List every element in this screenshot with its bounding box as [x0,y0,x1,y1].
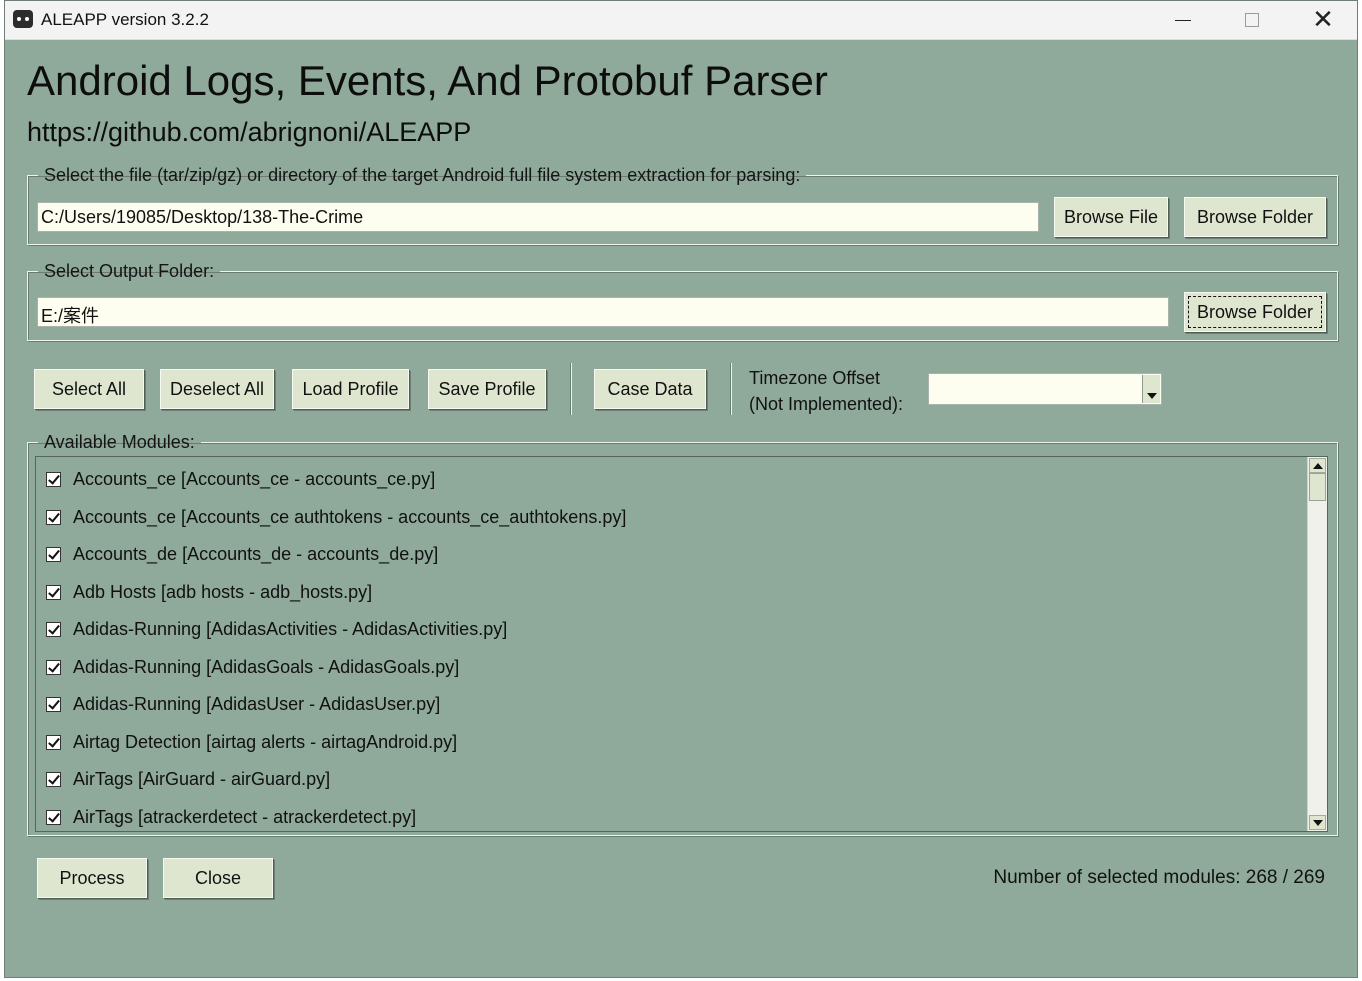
selected-modules-count: Number of selected modules: 268 / 269 [993,867,1325,888]
process-button[interactable]: Process [37,858,147,898]
dropdown-arrow-icon[interactable] [1142,375,1160,403]
module-item[interactable]: Adb Hosts [adb hosts - adb_hosts.py] [46,577,372,607]
module-item[interactable]: Adidas-Running [AdidasActivities - Adida… [46,614,507,644]
module-checkbox[interactable] [46,659,61,675]
app-icon [13,10,33,28]
module-label: AirTags [atrackerdetect - atrackerdetect… [73,806,417,827]
input-path-field[interactable]: C:/Users/19085/Desktop/138-The-Crime [37,202,1039,232]
close-window-button[interactable]: ✕ [1288,1,1357,39]
module-item[interactable]: Accounts_ce [Accounts_ce - accounts_ce.p… [46,464,435,494]
module-item[interactable]: Adidas-Running [AdidasUser - AdidasUser.… [46,689,440,719]
module-label: Adidas-Running [AdidasGoals - AdidasGoal… [73,656,460,677]
module-checkbox[interactable] [46,621,61,637]
page-title: Android Logs, Events, And Protobuf Parse… [27,57,828,104]
timezone-select[interactable] [928,373,1162,405]
toolbar-separator [731,363,732,415]
scroll-up-arrow-icon[interactable] [1309,458,1326,473]
module-checkbox[interactable] [46,734,61,750]
scroll-thumb[interactable] [1309,473,1326,501]
module-item[interactable]: Adidas-Running [AdidasGoals - AdidasGoal… [46,652,459,682]
module-label: Adidas-Running [AdidasUser - AdidasUser.… [73,693,441,714]
browse-input-folder-button[interactable]: Browse Folder [1184,197,1326,237]
module-label: Adidas-Running [AdidasActivities - Adida… [73,618,508,639]
module-item[interactable]: Airtag Detection [airtag alerts - airtag… [46,727,457,757]
deselect-all-button[interactable]: Deselect All [160,369,274,409]
output-folder-field[interactable]: E:/案件 [37,297,1169,327]
module-checkbox[interactable] [46,546,61,562]
timezone-label: Timezone Offset (Not Implemented): [749,368,904,414]
scroll-down-arrow-icon[interactable] [1309,815,1326,830]
module-checkbox[interactable] [46,771,61,787]
window-title: ALEAPP version 3.2.2 [41,10,209,29]
module-checkbox[interactable] [46,471,61,487]
toolbar-separator [571,363,572,415]
output-folder-legend: Select Output Folder: [44,261,215,281]
module-label: Adb Hosts [adb hosts - adb_hosts.py] [73,581,373,602]
browse-file-button[interactable]: Browse File [1054,197,1168,237]
browse-output-folder-button[interactable]: Browse Folder [1184,292,1326,332]
modules-scrollbar[interactable] [1307,457,1327,831]
project-url: https://github.com/abrignoni/ALEAPP [27,117,472,147]
module-label: Accounts_ce [Accounts_ce authtokens - ac… [73,506,627,527]
maximize-button[interactable] [1217,1,1287,39]
maximize-icon [1245,13,1259,27]
close-icon: ✕ [1312,5,1334,35]
module-label: AirTags [AirGuard - airGuard.py] [73,768,331,789]
save-profile-button[interactable]: Save Profile [428,369,546,409]
module-checkbox[interactable] [46,696,61,712]
case-data-button[interactable]: Case Data [594,369,706,409]
minimize-button[interactable] [1148,1,1218,39]
close-button[interactable]: Close [163,858,273,898]
module-item[interactable]: AirTags [atrackerdetect - atrackerdetect… [46,802,417,831]
module-item[interactable]: Accounts_ce [Accounts_ce authtokens - ac… [46,502,626,532]
module-label: Airtag Detection [airtag alerts - airtag… [73,731,458,752]
module-checkbox[interactable] [46,509,61,525]
aleapp-window: ALEAPP version 3.2.2 ✕ Android Logs, Eve… [4,0,1358,978]
module-checkbox[interactable] [46,584,61,600]
module-item[interactable]: AirTags [AirGuard - airGuard.py] [46,764,330,794]
module-item[interactable]: Accounts_de [Accounts_de - accounts_de.p… [46,539,438,569]
available-modules-legend: Available Modules: [44,432,195,452]
modules-list[interactable]: Accounts_ce [Accounts_ce - accounts_ce.p… [35,456,1328,832]
minimize-icon [1175,19,1191,21]
module-label: Accounts_ce [Accounts_ce - accounts_ce.p… [73,468,436,489]
title-bar[interactable]: ALEAPP version 3.2.2 ✕ [5,1,1357,40]
load-profile-button[interactable]: Load Profile [292,369,409,409]
module-checkbox[interactable] [46,809,61,825]
input-path-legend: Select the file (tar/zip/gz) or director… [44,165,801,185]
module-label: Accounts_de [Accounts_de - accounts_de.p… [73,543,439,564]
select-all-button[interactable]: Select All [34,369,144,409]
